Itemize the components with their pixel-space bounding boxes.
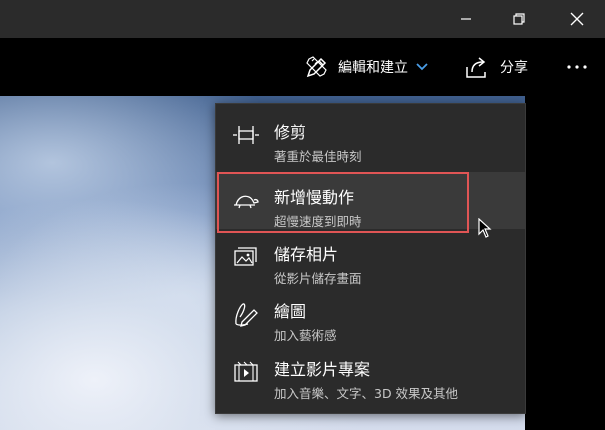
restore-button[interactable] — [494, 0, 544, 38]
menu-item-subtitle: 超慢速度到即時 — [274, 214, 362, 229]
menu-item-trim[interactable]: 修剪 著重於最佳時刻 — [216, 107, 525, 164]
menu-item-title: 儲存相片 — [274, 245, 339, 264]
menu-item-title: 繪圖 — [274, 302, 307, 321]
video-project-icon — [230, 358, 262, 386]
more-icon — [567, 65, 587, 69]
menu-item-subtitle: 加入音樂、文字、3D 效果及其他 — [274, 386, 459, 401]
share-button[interactable]: 分享 — [464, 38, 528, 96]
share-label: 分享 — [500, 60, 528, 76]
more-options-button[interactable] — [562, 38, 592, 96]
edit-create-icon — [306, 56, 327, 78]
chevron-down-icon — [416, 63, 428, 71]
viewer-margin — [525, 96, 605, 430]
save-photo-icon — [230, 243, 262, 271]
draw-icon — [230, 300, 262, 328]
trim-icon — [230, 121, 262, 149]
close-button[interactable] — [552, 0, 602, 38]
menu-item-title: 新增慢動作 — [274, 188, 355, 207]
menu-item-title: 建立影片專案 — [274, 360, 371, 379]
app-toolbar: 編輯和建立 分享 — [0, 38, 605, 96]
minimize-button[interactable] — [441, 0, 491, 38]
edit-create-menu: 修剪 著重於最佳時刻 新增慢動作 超慢速度到即時 儲存相片 從影片儲存畫面 繪圖… — [215, 103, 526, 414]
restore-icon — [513, 13, 525, 25]
menu-item-draw[interactable]: 繪圖 加入藝術感 — [216, 286, 525, 343]
menu-item-title: 修剪 — [274, 123, 307, 142]
close-icon — [570, 12, 584, 26]
menu-item-subtitle: 加入藝術感 — [274, 328, 337, 343]
menu-item-subtitle: 從影片儲存畫面 — [274, 271, 362, 286]
menu-item-subtitle: 著重於最佳時刻 — [274, 149, 362, 164]
edit-create-label: 編輯和建立 — [338, 60, 408, 76]
edit-create-button[interactable]: 編輯和建立 — [304, 38, 428, 96]
title-bar — [0, 0, 605, 38]
menu-item-video-project[interactable]: 建立影片專案 加入音樂、文字、3D 效果及其他 — [216, 344, 525, 401]
share-icon — [466, 57, 486, 78]
slow-motion-icon — [230, 186, 262, 214]
minimize-icon — [461, 18, 471, 20]
mouse-cursor-icon — [478, 218, 492, 238]
